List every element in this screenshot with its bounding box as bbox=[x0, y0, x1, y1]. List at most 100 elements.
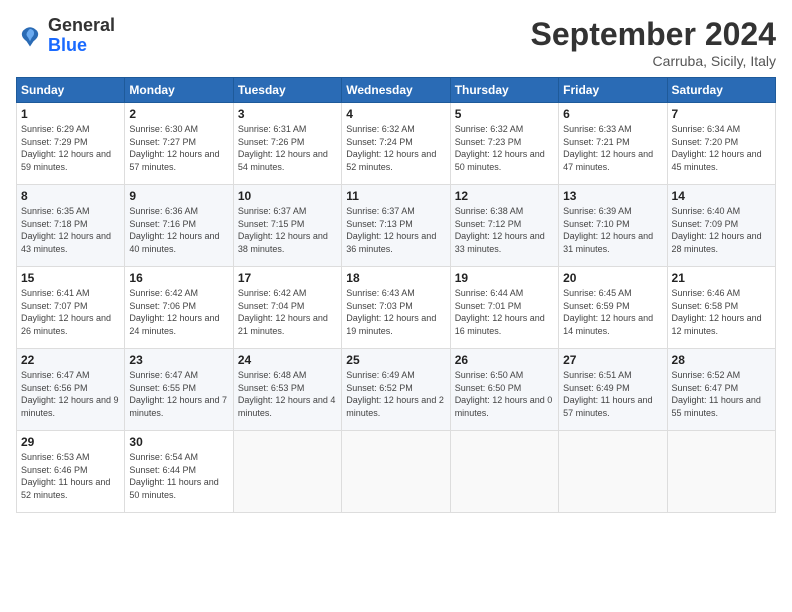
day-25: 25 Sunrise: 6:49 AMSunset: 6:52 PMDaylig… bbox=[342, 349, 450, 431]
day-num: 10 bbox=[238, 189, 337, 203]
col-thursday: Thursday bbox=[450, 78, 558, 103]
day-num: 25 bbox=[346, 353, 445, 367]
col-tuesday: Tuesday bbox=[233, 78, 341, 103]
day-num: 24 bbox=[238, 353, 337, 367]
col-sunday: Sunday bbox=[17, 78, 125, 103]
day-detail: Sunrise: 6:43 AMSunset: 7:03 PMDaylight:… bbox=[346, 288, 436, 336]
day-detail: Sunrise: 6:47 AMSunset: 6:55 PMDaylight:… bbox=[129, 370, 227, 418]
day-detail: Sunrise: 6:42 AMSunset: 7:04 PMDaylight:… bbox=[238, 288, 328, 336]
day-num: 7 bbox=[672, 107, 771, 121]
day-detail: Sunrise: 6:36 AMSunset: 7:16 PMDaylight:… bbox=[129, 206, 219, 254]
day-num: 21 bbox=[672, 271, 771, 285]
day-num: 13 bbox=[563, 189, 662, 203]
day-num: 29 bbox=[21, 435, 120, 449]
day-11: 11 Sunrise: 6:37 AMSunset: 7:13 PMDaylig… bbox=[342, 185, 450, 267]
day-27: 27 Sunrise: 6:51 AMSunset: 6:49 PMDaylig… bbox=[559, 349, 667, 431]
day-detail: Sunrise: 6:44 AMSunset: 7:01 PMDaylight:… bbox=[455, 288, 545, 336]
day-22: 22 Sunrise: 6:47 AMSunset: 6:56 PMDaylig… bbox=[17, 349, 125, 431]
day-30: 30 Sunrise: 6:54 AMSunset: 6:44 PMDaylig… bbox=[125, 431, 233, 513]
col-wednesday: Wednesday bbox=[342, 78, 450, 103]
day-detail: Sunrise: 6:32 AMSunset: 7:23 PMDaylight:… bbox=[455, 124, 545, 172]
day-num: 3 bbox=[238, 107, 337, 121]
day-num: 19 bbox=[455, 271, 554, 285]
day-16: 16 Sunrise: 6:42 AMSunset: 7:06 PMDaylig… bbox=[125, 267, 233, 349]
day-detail: Sunrise: 6:41 AMSunset: 7:07 PMDaylight:… bbox=[21, 288, 111, 336]
day-10: 10 Sunrise: 6:37 AMSunset: 7:15 PMDaylig… bbox=[233, 185, 341, 267]
day-detail: Sunrise: 6:38 AMSunset: 7:12 PMDaylight:… bbox=[455, 206, 545, 254]
day-20: 20 Sunrise: 6:45 AMSunset: 6:59 PMDaylig… bbox=[559, 267, 667, 349]
logo-blue: Blue bbox=[48, 35, 87, 55]
day-8: 8 Sunrise: 6:35 AMSunset: 7:18 PMDayligh… bbox=[17, 185, 125, 267]
day-9: 9 Sunrise: 6:36 AMSunset: 7:16 PMDayligh… bbox=[125, 185, 233, 267]
day-detail: Sunrise: 6:46 AMSunset: 6:58 PMDaylight:… bbox=[672, 288, 762, 336]
day-detail: Sunrise: 6:42 AMSunset: 7:06 PMDaylight:… bbox=[129, 288, 219, 336]
day-23: 23 Sunrise: 6:47 AMSunset: 6:55 PMDaylig… bbox=[125, 349, 233, 431]
day-13: 13 Sunrise: 6:39 AMSunset: 7:10 PMDaylig… bbox=[559, 185, 667, 267]
day-3: 3 Sunrise: 6:31 AMSunset: 7:26 PMDayligh… bbox=[233, 103, 341, 185]
day-14: 14 Sunrise: 6:40 AMSunset: 7:09 PMDaylig… bbox=[667, 185, 775, 267]
day-detail: Sunrise: 6:47 AMSunset: 6:56 PMDaylight:… bbox=[21, 370, 119, 418]
day-detail: Sunrise: 6:52 AMSunset: 6:47 PMDaylight:… bbox=[672, 370, 761, 418]
day-detail: Sunrise: 6:35 AMSunset: 7:18 PMDaylight:… bbox=[21, 206, 111, 254]
title-block: September 2024 Carruba, Sicily, Italy bbox=[531, 16, 776, 69]
day-num: 17 bbox=[238, 271, 337, 285]
day-detail: Sunrise: 6:32 AMSunset: 7:24 PMDaylight:… bbox=[346, 124, 436, 172]
day-detail: Sunrise: 6:39 AMSunset: 7:10 PMDaylight:… bbox=[563, 206, 653, 254]
day-26: 26 Sunrise: 6:50 AMSunset: 6:50 PMDaylig… bbox=[450, 349, 558, 431]
day-num: 6 bbox=[563, 107, 662, 121]
location: Carruba, Sicily, Italy bbox=[531, 53, 776, 69]
day-29: 29 Sunrise: 6:53 AMSunset: 6:46 PMDaylig… bbox=[17, 431, 125, 513]
day-num: 1 bbox=[21, 107, 120, 121]
month-title: September 2024 bbox=[531, 16, 776, 53]
day-num: 22 bbox=[21, 353, 120, 367]
day-5: 5 Sunrise: 6:32 AMSunset: 7:23 PMDayligh… bbox=[450, 103, 558, 185]
day-21: 21 Sunrise: 6:46 AMSunset: 6:58 PMDaylig… bbox=[667, 267, 775, 349]
day-num: 14 bbox=[672, 189, 771, 203]
day-num: 18 bbox=[346, 271, 445, 285]
day-detail: Sunrise: 6:34 AMSunset: 7:20 PMDaylight:… bbox=[672, 124, 762, 172]
calendar: Sunday Monday Tuesday Wednesday Thursday… bbox=[16, 77, 776, 513]
day-detail: Sunrise: 6:30 AMSunset: 7:27 PMDaylight:… bbox=[129, 124, 219, 172]
day-6: 6 Sunrise: 6:33 AMSunset: 7:21 PMDayligh… bbox=[559, 103, 667, 185]
day-2: 2 Sunrise: 6:30 AMSunset: 7:27 PMDayligh… bbox=[125, 103, 233, 185]
day-detail: Sunrise: 6:48 AMSunset: 6:53 PMDaylight:… bbox=[238, 370, 336, 418]
day-num: 27 bbox=[563, 353, 662, 367]
day-detail: Sunrise: 6:37 AMSunset: 7:13 PMDaylight:… bbox=[346, 206, 436, 254]
day-num: 15 bbox=[21, 271, 120, 285]
week-row-2: 8 Sunrise: 6:35 AMSunset: 7:18 PMDayligh… bbox=[17, 185, 776, 267]
day-num: 16 bbox=[129, 271, 228, 285]
day-7: 7 Sunrise: 6:34 AMSunset: 7:20 PMDayligh… bbox=[667, 103, 775, 185]
day-18: 18 Sunrise: 6:43 AMSunset: 7:03 PMDaylig… bbox=[342, 267, 450, 349]
calendar-header-row: Sunday Monday Tuesday Wednesday Thursday… bbox=[17, 78, 776, 103]
header: General Blue September 2024 Carruba, Sic… bbox=[16, 16, 776, 69]
day-15: 15 Sunrise: 6:41 AMSunset: 7:07 PMDaylig… bbox=[17, 267, 125, 349]
empty-cell bbox=[559, 431, 667, 513]
logo-icon bbox=[16, 22, 44, 50]
day-num: 23 bbox=[129, 353, 228, 367]
col-friday: Friday bbox=[559, 78, 667, 103]
day-detail: Sunrise: 6:53 AMSunset: 6:46 PMDaylight:… bbox=[21, 452, 110, 500]
col-monday: Monday bbox=[125, 78, 233, 103]
day-detail: Sunrise: 6:50 AMSunset: 6:50 PMDaylight:… bbox=[455, 370, 553, 418]
day-num: 20 bbox=[563, 271, 662, 285]
empty-cell bbox=[342, 431, 450, 513]
day-24: 24 Sunrise: 6:48 AMSunset: 6:53 PMDaylig… bbox=[233, 349, 341, 431]
day-num: 9 bbox=[129, 189, 228, 203]
empty-cell bbox=[233, 431, 341, 513]
day-detail: Sunrise: 6:45 AMSunset: 6:59 PMDaylight:… bbox=[563, 288, 653, 336]
day-num: 5 bbox=[455, 107, 554, 121]
day-num: 2 bbox=[129, 107, 228, 121]
day-detail: Sunrise: 6:31 AMSunset: 7:26 PMDaylight:… bbox=[238, 124, 328, 172]
day-num: 28 bbox=[672, 353, 771, 367]
day-num: 12 bbox=[455, 189, 554, 203]
day-detail: Sunrise: 6:33 AMSunset: 7:21 PMDaylight:… bbox=[563, 124, 653, 172]
day-detail: Sunrise: 6:29 AMSunset: 7:29 PMDaylight:… bbox=[21, 124, 111, 172]
day-detail: Sunrise: 6:51 AMSunset: 6:49 PMDaylight:… bbox=[563, 370, 652, 418]
week-row-1: 1 Sunrise: 6:29 AMSunset: 7:29 PMDayligh… bbox=[17, 103, 776, 185]
empty-cell bbox=[667, 431, 775, 513]
day-1: 1 Sunrise: 6:29 AMSunset: 7:29 PMDayligh… bbox=[17, 103, 125, 185]
week-row-4: 22 Sunrise: 6:47 AMSunset: 6:56 PMDaylig… bbox=[17, 349, 776, 431]
logo-text: General Blue bbox=[48, 16, 115, 56]
empty-cell bbox=[450, 431, 558, 513]
day-num: 26 bbox=[455, 353, 554, 367]
